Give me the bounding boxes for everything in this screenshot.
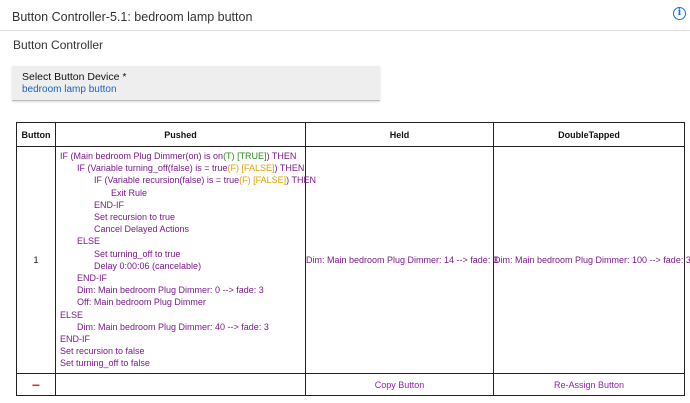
- copy-button[interactable]: Copy Button: [305, 373, 494, 396]
- header-held: Held: [305, 122, 494, 147]
- empty-cell: [55, 373, 306, 396]
- header-pushed: Pushed: [55, 122, 306, 147]
- button-actions-row: − Copy Button Re-Assign Button: [16, 373, 685, 396]
- pushed-rule-cell[interactable]: IF (Main bedroom Plug Dimmer(on) is on(T…: [55, 146, 317, 374]
- rule-line: IF (Variable turning_off(false) is = tru…: [77, 163, 305, 174]
- header-doubletapped: DoubleTapped: [493, 122, 685, 147]
- rule-line: Set recursion to false: [60, 346, 145, 357]
- rule-line: Set turning_off to true: [94, 248, 181, 259]
- table-row: 1 IF (Main bedroom Plug Dimmer(on) is on…: [16, 146, 690, 374]
- button-device-select[interactable]: Select Button Device * bedroom lamp butt…: [12, 66, 380, 101]
- reassign-button[interactable]: Re-Assign Button: [493, 373, 685, 396]
- select-label: Select Button Device *: [22, 71, 127, 83]
- rule-line: ELSE: [60, 309, 84, 320]
- header-button: Button: [16, 122, 56, 147]
- section-title: Button Controller: [13, 38, 104, 52]
- rule-line: Off: Main bedroom Plug Dimmer: [77, 297, 206, 308]
- rule-line: Exit Rule: [111, 187, 148, 198]
- rule-line: END-IF: [60, 334, 90, 345]
- doubletapped-action-cell[interactable]: Dim: Main bedroom Plug Dimmer: 100 --> f…: [493, 146, 690, 374]
- table-header-row: Button Pushed Held DoubleTapped: [16, 122, 685, 147]
- rule-line: Dim: Main bedroom Plug Dimmer: 40 --> fa…: [77, 321, 269, 332]
- remove-button[interactable]: −: [16, 373, 56, 396]
- rule-line: Dim: Main bedroom Plug Dimmer: 0 --> fad…: [77, 285, 264, 296]
- select-value[interactable]: bedroom lamp button: [22, 84, 117, 95]
- rule-line: END-IF: [94, 199, 124, 210]
- button-table: Button Pushed Held DoubleTapped 1 IF (Ma…: [16, 122, 690, 396]
- rule-line: IF (Variable recursion(false) is = true(…: [94, 175, 317, 186]
- rule-line: Set turning_off to false: [60, 358, 150, 369]
- rule-line: Cancel Delayed Actions: [94, 224, 190, 235]
- info-icon[interactable]: i: [673, 7, 686, 20]
- rule-line: ELSE: [77, 236, 101, 247]
- app-header: Button Controller-5.1: bedroom lamp butt…: [0, 0, 690, 31]
- rule-line: Delay 0:00:06 (cancelable): [94, 260, 202, 271]
- rule-line: END-IF: [77, 273, 107, 284]
- rule-line: IF (Main bedroom Plug Dimmer(on) is on(T…: [60, 151, 297, 161]
- button-number: 1: [16, 146, 56, 374]
- held-action-cell[interactable]: Dim: Main bedroom Plug Dimmer: 14 --> fa…: [305, 146, 498, 374]
- rule-line: Set recursion to true: [94, 212, 176, 223]
- page-title: Button Controller-5.1: bedroom lamp butt…: [12, 10, 253, 24]
